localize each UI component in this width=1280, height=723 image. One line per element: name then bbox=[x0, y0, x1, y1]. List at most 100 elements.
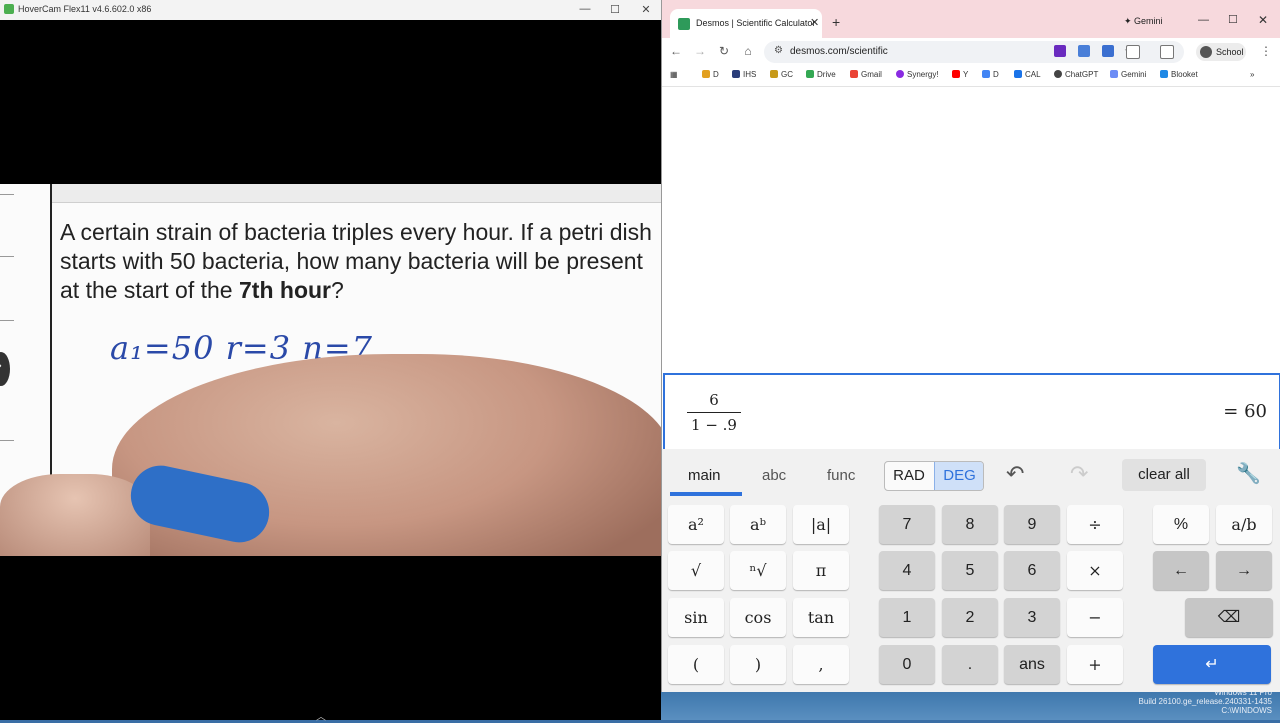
bottom-expand-handle[interactable]: ︿ bbox=[316, 708, 344, 723]
key-absolute-value[interactable]: |a| bbox=[793, 505, 849, 544]
key-pi[interactable]: π bbox=[793, 551, 849, 590]
bookmark-item[interactable]: CAL bbox=[1014, 70, 1041, 79]
apps-grid-icon[interactable]: ▦ bbox=[670, 70, 678, 79]
key-nth-root[interactable]: ⁿ√ bbox=[730, 551, 786, 590]
extensions-puzzle-icon[interactable] bbox=[1126, 45, 1140, 59]
key-left-paren[interactable]: ( bbox=[668, 645, 724, 684]
bookmark-item[interactable]: Drive bbox=[806, 70, 836, 79]
home-icon[interactable]: ⌂ bbox=[740, 44, 756, 58]
browser-close-button[interactable]: ✕ bbox=[1258, 13, 1268, 27]
clear-all-button[interactable]: clear all bbox=[1122, 459, 1206, 491]
key-backspace[interactable]: ⌫ bbox=[1185, 598, 1273, 637]
key-a-squared[interactable]: a² bbox=[668, 505, 724, 544]
key-enter[interactable]: ↵ bbox=[1153, 645, 1271, 684]
bookmarks-overflow-icon[interactable]: » bbox=[1250, 70, 1254, 79]
key-divide[interactable]: ÷ bbox=[1067, 505, 1123, 544]
tab-close-icon[interactable]: ✕ bbox=[810, 16, 819, 29]
rad-button[interactable]: RAD bbox=[885, 462, 933, 490]
key-1[interactable]: 1 bbox=[879, 598, 935, 637]
key-right-paren[interactable]: ) bbox=[730, 645, 786, 684]
menu-kebab-icon[interactable]: ⋮ bbox=[1260, 44, 1272, 58]
bookmark-item[interactable]: ChatGPT bbox=[1054, 70, 1098, 79]
key-3[interactable]: 3 bbox=[1004, 598, 1060, 637]
bookmark-label: D bbox=[993, 70, 999, 79]
redo-icon[interactable]: ↷ bbox=[1070, 461, 1088, 487]
undo-icon[interactable]: ↶ bbox=[1006, 461, 1024, 487]
key-plus[interactable]: + bbox=[1067, 645, 1123, 684]
browser-minimize-button[interactable]: — bbox=[1198, 14, 1209, 26]
key-fraction[interactable]: a/b bbox=[1216, 505, 1272, 544]
keypad-tab-func[interactable]: func bbox=[827, 467, 855, 484]
bookmark-item[interactable]: GC bbox=[770, 70, 793, 79]
worksheet-paper: A certain strain of bacteria triples eve… bbox=[0, 184, 661, 556]
key-right-arrow[interactable]: → bbox=[1216, 551, 1272, 590]
deg-button[interactable]: DEG bbox=[934, 462, 983, 490]
fraction-bar bbox=[687, 412, 741, 413]
key-a-power-b[interactable]: aᵇ bbox=[730, 505, 786, 544]
expression-result: = 60 bbox=[1223, 401, 1267, 422]
key-multiply[interactable]: × bbox=[1067, 551, 1123, 590]
key-percent[interactable]: % bbox=[1153, 505, 1209, 544]
bookmark-item[interactable]: Y bbox=[952, 70, 968, 79]
bookmark-item[interactable]: Gemini bbox=[1110, 70, 1146, 79]
problem-text: A certain strain of bacteria triples eve… bbox=[60, 218, 660, 305]
forward-arrow-icon[interactable]: → bbox=[692, 44, 708, 58]
bookmark-item[interactable]: D bbox=[982, 70, 999, 79]
bookmark-label: Drive bbox=[817, 70, 836, 79]
reload-icon[interactable]: ↻ bbox=[716, 44, 732, 58]
tab-search-icon[interactable] bbox=[1160, 45, 1174, 59]
close-button[interactable]: ✕ bbox=[638, 3, 654, 16]
extension-icon[interactable] bbox=[1078, 45, 1090, 57]
keypad-tab-abc[interactable]: abc bbox=[762, 467, 786, 484]
key-minus[interactable]: − bbox=[1067, 598, 1123, 637]
key-9[interactable]: 9 bbox=[1004, 505, 1060, 544]
key-tan[interactable]: tan bbox=[793, 598, 849, 637]
margin-tick bbox=[0, 440, 14, 441]
maximize-button[interactable]: ☐ bbox=[607, 3, 623, 16]
hovercam-window: HoverCam Flex11 v4.6.602.0 x86 — ☐ ✕ A c… bbox=[0, 0, 661, 723]
profile-button[interactable]: School bbox=[1196, 43, 1246, 61]
extension-k-icon[interactable] bbox=[1054, 45, 1066, 57]
angle-mode-toggle: RAD DEG bbox=[884, 461, 984, 491]
new-tab-button[interactable]: + bbox=[832, 14, 840, 30]
key-sin[interactable]: sin bbox=[668, 598, 724, 637]
expression-input[interactable]: 6 1 − .9 = 60 bbox=[663, 373, 1280, 451]
hovercam-titlebar[interactable]: HoverCam Flex11 v4.6.602.0 x86 — ☐ ✕ bbox=[0, 0, 661, 21]
bookmark-item[interactable]: Blooket bbox=[1160, 70, 1198, 79]
bookmark-item[interactable]: IHS bbox=[732, 70, 756, 79]
key-4[interactable]: 4 bbox=[879, 551, 935, 590]
key-ans[interactable]: ans bbox=[1004, 645, 1060, 684]
gemini-button[interactable]: ✦ Gemini bbox=[1124, 16, 1163, 27]
hovercam-logo-icon bbox=[4, 4, 14, 14]
bookmark-label: Synergy! bbox=[907, 70, 939, 79]
key-0[interactable]: 0 bbox=[879, 645, 935, 684]
key-5[interactable]: 5 bbox=[942, 551, 998, 590]
problem-text-bold: 7th hour bbox=[239, 277, 331, 303]
key-8[interactable]: 8 bbox=[942, 505, 998, 544]
settings-wrench-icon[interactable]: 🔧 bbox=[1236, 461, 1261, 486]
bookmarks-bar: ▦ D IHS GC Drive Gmail Synergy! Y D CAL … bbox=[662, 66, 1280, 87]
bookmark-item[interactable]: Gmail bbox=[850, 70, 882, 79]
key-2[interactable]: 2 bbox=[942, 598, 998, 637]
key-left-arrow[interactable]: ← bbox=[1153, 551, 1209, 590]
keypad-tab-main[interactable]: main bbox=[688, 467, 721, 484]
site-info-icon[interactable]: ⚙ bbox=[774, 45, 783, 56]
key-square-root[interactable]: √ bbox=[668, 551, 724, 590]
denominator: 1 − .9 bbox=[691, 416, 737, 434]
key-6[interactable]: 6 bbox=[1004, 551, 1060, 590]
back-arrow-icon[interactable]: ← bbox=[668, 44, 684, 58]
key-decimal[interactable]: . bbox=[942, 645, 998, 684]
tab-desmos[interactable]: Desmos | Scientific Calculator ✕ bbox=[670, 9, 822, 39]
key-7[interactable]: 7 bbox=[879, 505, 935, 544]
url-text: desmos.com/scientific bbox=[790, 46, 888, 57]
address-bar[interactable]: ⚙ desmos.com/scientific ⌕ ☆ bbox=[764, 41, 1184, 63]
bookmark-label: ChatGPT bbox=[1065, 70, 1099, 79]
bookmark-item[interactable]: Synergy! bbox=[896, 70, 939, 79]
key-cos[interactable]: cos bbox=[730, 598, 786, 637]
extension-icon[interactable] bbox=[1102, 45, 1114, 57]
bookmark-item[interactable]: D bbox=[702, 70, 719, 79]
key-comma[interactable]: , bbox=[793, 645, 849, 684]
bookmark-label: Gmail bbox=[861, 70, 882, 79]
browser-maximize-button[interactable]: ☐ bbox=[1228, 13, 1238, 26]
minimize-button[interactable]: — bbox=[577, 3, 593, 15]
